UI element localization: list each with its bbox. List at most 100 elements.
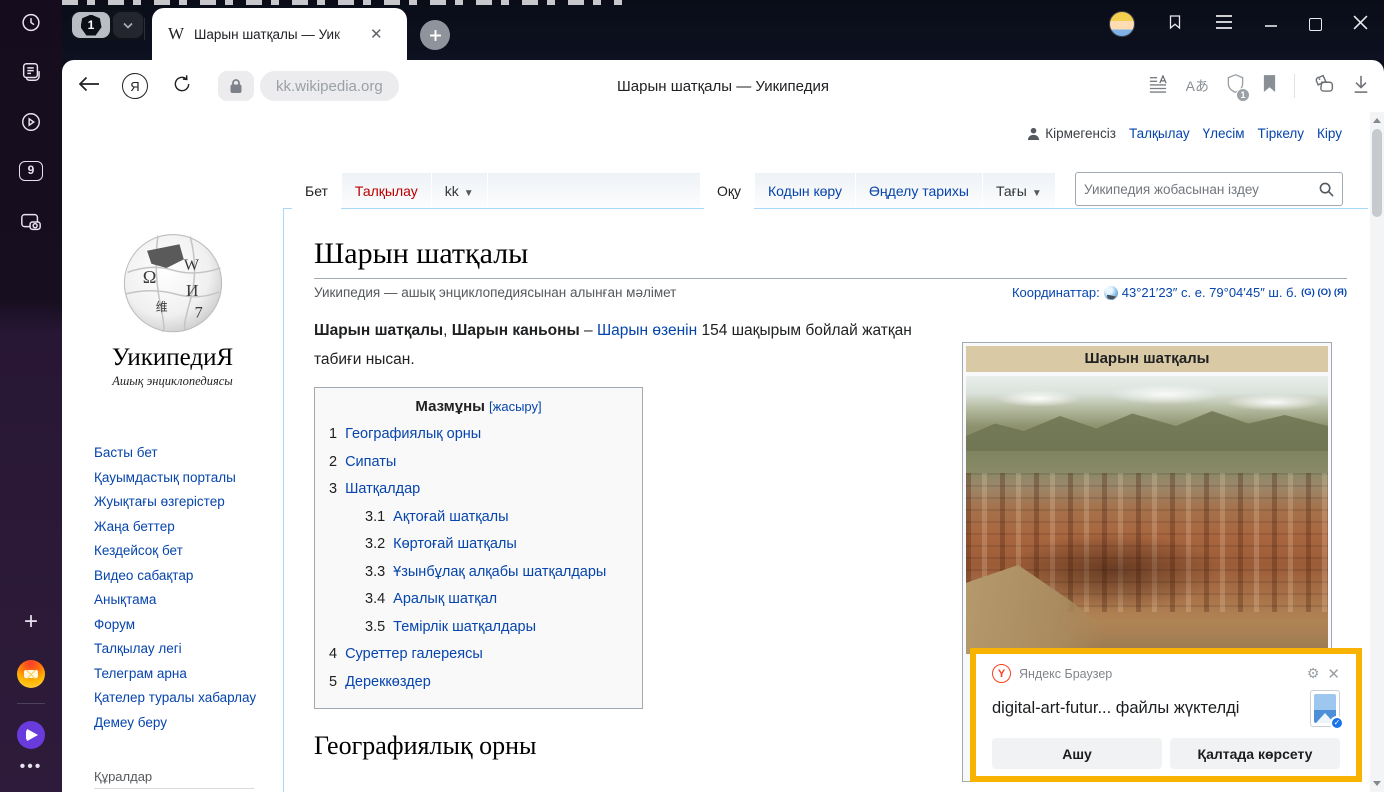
nav-link[interactable]: Форум: [94, 617, 135, 632]
toc-link[interactable]: Географиялық орны: [345, 421, 481, 449]
tab-page[interactable]: Бет: [292, 173, 341, 210]
toc-link[interactable]: Дереккөздер: [345, 669, 431, 697]
toolbar-divider: [1294, 74, 1295, 98]
history-clock-icon[interactable]: [21, 12, 42, 33]
alice-assistant-icon[interactable]: [17, 721, 45, 749]
tab-group-caret[interactable]: [113, 12, 143, 38]
collections-icon[interactable]: [1312, 74, 1335, 99]
nav-link[interactable]: Қателер туралы хабарлау: [94, 690, 256, 705]
coordinates-label[interactable]: Координаттар:: [1012, 285, 1100, 300]
coordinates-services[interactable]: (G) (O) (Я): [1301, 287, 1347, 298]
translate-icon[interactable]: Aあ: [1186, 76, 1209, 96]
nav-link[interactable]: Жуықтағы өзгерістер: [94, 494, 225, 509]
toc-item: 3.4 Аралық шатқал: [329, 586, 628, 614]
scroll-thumb[interactable]: [1372, 129, 1382, 217]
bookmark-star-icon[interactable]: [1262, 74, 1277, 98]
menu-hamburger-icon[interactable]: [1215, 15, 1233, 33]
article-tagline: Уикипедия — ашық энциклопедиясынан алынғ…: [314, 285, 676, 300]
toc-link[interactable]: Ақтоғай шатқалы: [393, 504, 508, 532]
site-security-chip[interactable]: [218, 71, 254, 101]
tab-talk[interactable]: Талқылау: [342, 173, 431, 209]
new-tab-button[interactable]: [420, 20, 450, 50]
yandex-home-button[interactable]: Я: [122, 73, 148, 99]
notification-close-icon[interactable]: ✕: [1327, 665, 1340, 683]
chevron-down-icon: ▼: [464, 188, 474, 199]
nav-link[interactable]: Видео сабақтар: [94, 568, 193, 583]
nav-link[interactable]: Анықтама: [94, 592, 156, 607]
nav-link[interactable]: Жаңа беттер: [94, 519, 175, 534]
toc-link[interactable]: Аралық шатқал: [393, 586, 497, 614]
nav-link[interactable]: Басты бет: [94, 445, 158, 460]
back-icon[interactable]: [78, 76, 100, 97]
wiki-nav-list: Басты бет Қауымдастық порталы Жуықтағы өзг…: [94, 441, 270, 735]
tab-more-dropdown[interactable]: Тағы▼: [983, 173, 1055, 209]
tab-close-icon[interactable]: ✕: [370, 25, 383, 43]
charyn-river-link[interactable]: Шарын өзенін: [597, 322, 697, 339]
rail-add-icon[interactable]: +: [24, 612, 38, 632]
charyn-canyon-photo[interactable]: [966, 376, 1328, 654]
download-message: digital-art-futur... файлы жүктелді: [992, 699, 1310, 718]
scroll-down-arrow[interactable]: [1373, 781, 1381, 786]
rail-more-icon[interactable]: •••: [20, 758, 43, 776]
tabs-count-button[interactable]: 9: [19, 161, 43, 181]
coordinates-value[interactable]: 43°21′23″ с. е. 79°04′45″ ш. б.: [1122, 285, 1297, 300]
download-notification: Y Яндекс Браузер ⚙ ✕ digital-art-futur..…: [970, 648, 1362, 782]
yandex-mail-icon[interactable]: [17, 660, 45, 688]
tabs-count-badge: 9: [28, 163, 35, 177]
intro-paragraph: Шарын шатқалы, Шарын каньоны – Шарын өзе…: [314, 316, 954, 374]
toc-link[interactable]: Көртоғай шатқалы: [393, 531, 517, 559]
nav-link[interactable]: Демеу беру: [94, 715, 167, 730]
open-file-button[interactable]: Ашу: [992, 738, 1162, 769]
wiki-search-input[interactable]: [1084, 182, 1319, 197]
rail-divider: [17, 703, 45, 704]
user-avatar[interactable]: [1109, 11, 1135, 37]
toc-header: Мазмұны: [415, 398, 485, 415]
toc-link[interactable]: Суреттер галереясы: [345, 641, 483, 669]
toc-hide-link[interactable]: [жасыру]: [489, 399, 542, 414]
browser-window: 9 + ••• 1 W Шарын шатқалы — Уик ✕: [0, 0, 1384, 792]
scroll-up-arrow[interactable]: [1373, 118, 1381, 123]
address-bar[interactable]: kk.wikipedia.org: [260, 71, 399, 101]
reader-mode-icon[interactable]: [1147, 75, 1169, 98]
tab-read[interactable]: Оқу: [704, 173, 754, 210]
minimize-button[interactable]: [1264, 15, 1278, 33]
wiki-tools-section: Құралдар Мұнда сілтейтін беттерҚатысты ө…: [94, 769, 270, 792]
nav-link[interactable]: Кездейсоқ бет: [94, 543, 183, 558]
infobox-title: Шарын шатқалы: [966, 346, 1328, 372]
page-scrollbar[interactable]: [1370, 112, 1384, 792]
toc-link[interactable]: Темірлік шатқалдары: [393, 614, 536, 642]
notification-settings-icon[interactable]: ⚙: [1307, 665, 1320, 682]
close-window-button[interactable]: [1353, 15, 1368, 34]
search-icon[interactable]: [1319, 182, 1334, 197]
tab-group-chip[interactable]: 1: [70, 10, 145, 40]
protect-shield-icon[interactable]: 1: [1226, 73, 1245, 99]
toc-link[interactable]: Сипаты: [345, 449, 396, 477]
tools-header: Құралдар: [94, 769, 254, 789]
screenshot-icon[interactable]: [19, 211, 43, 233]
video-play-icon[interactable]: [20, 111, 42, 133]
wiki-tab-row: Бет Талқылау kk▼ Оқу Кодын көру Өңделу т…: [62, 112, 1370, 209]
wikipedia-logo[interactable]: Ω W И 7 维 УикипедиЯ Ашық энциклопедиясы: [62, 227, 283, 389]
toc-link[interactable]: Ұзынбұлақ алқабы шатқалдары: [393, 559, 606, 587]
wiki-search-box[interactable]: [1075, 172, 1343, 206]
downloads-icon[interactable]: [1352, 74, 1370, 99]
feed-notes-icon[interactable]: [20, 61, 42, 83]
geo-globe-icon[interactable]: [1104, 286, 1118, 300]
nav-link[interactable]: Талқылау легі: [94, 641, 182, 656]
titlebar-separator: [144, 18, 145, 40]
toc-item: 3.2 Көртоғай шатқалы: [329, 531, 628, 559]
bookmarks-panel-icon[interactable]: [1166, 13, 1184, 35]
active-browser-tab[interactable]: W Шарын шатқалы — Уик ✕: [152, 8, 407, 60]
nav-link[interactable]: Қауымдастық порталы: [94, 470, 236, 485]
refresh-icon[interactable]: [172, 74, 192, 99]
tab-history[interactable]: Өңделу тарихы: [856, 173, 982, 209]
toc-item: 3 Шатқалдар: [329, 476, 628, 504]
maximize-button[interactable]: [1309, 18, 1322, 31]
downloaded-file-icon[interactable]: ✓: [1310, 690, 1340, 727]
wikipedia-globe-icon: Ω W И 7 维: [117, 227, 229, 335]
show-in-folder-button[interactable]: Қалтада көрсету: [1170, 738, 1340, 769]
toc-link[interactable]: Шатқалдар: [345, 476, 420, 504]
tab-view-source[interactable]: Кодын көру: [755, 173, 855, 209]
tab-language-dropdown[interactable]: kk▼: [432, 173, 487, 209]
nav-link[interactable]: Телеграм арна: [94, 666, 187, 681]
